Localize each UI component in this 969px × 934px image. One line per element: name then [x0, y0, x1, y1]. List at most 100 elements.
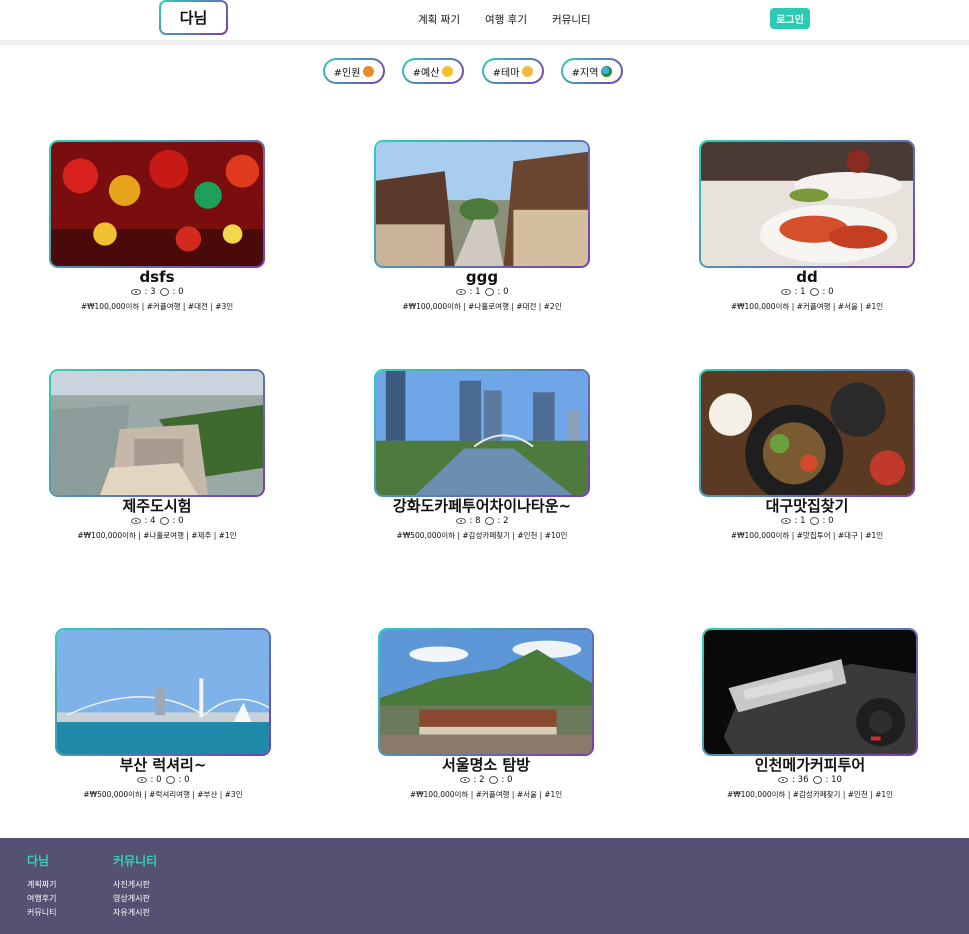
- footer-link-review[interactable]: 여행후기: [27, 892, 56, 906]
- view-count: : 3: [144, 287, 156, 297]
- comment-count: : 0: [172, 287, 184, 297]
- lantern-market-photo[interactable]: [49, 140, 265, 268]
- view-count: : 1: [794, 516, 806, 526]
- card-tags: #₩100,000이하 | #커플여행 | #서울 | #1인: [730, 302, 884, 311]
- comment-icon: [809, 517, 819, 525]
- card-title[interactable]: ggg: [374, 268, 590, 286]
- site-logo[interactable]: 다님: [159, 0, 228, 35]
- comment-count: : 2: [497, 516, 509, 526]
- card-title[interactable]: dd: [699, 268, 915, 286]
- footer-link-photo-board[interactable]: 사진게시판: [113, 878, 157, 892]
- comment-count: : 10: [825, 775, 842, 785]
- eye-icon: [459, 777, 470, 783]
- eye-icon: [778, 777, 789, 783]
- eye-icon: [780, 518, 791, 524]
- site-footer: 다님 계획짜기 여행후기 커뮤니티 커뮤니티 사진게시판 영상게시판 자유게시판: [0, 838, 969, 934]
- comment-count: : 0: [822, 287, 834, 297]
- comment-icon: [809, 288, 819, 296]
- filter-budget[interactable]: #예산: [402, 58, 464, 84]
- city-canal-photo[interactable]: [374, 369, 590, 497]
- card-tags: #₩100,000이하 | #감성카페찾기 | #인천 | #1인: [726, 790, 894, 799]
- card-title[interactable]: 대구맛집찾기: [699, 497, 915, 515]
- comment-icon: [484, 288, 494, 296]
- view-count: : 0: [150, 775, 162, 785]
- eye-icon: [455, 518, 466, 524]
- filter-region-label: #지역: [571, 67, 599, 79]
- nav-plan[interactable]: 계획 짜기: [418, 12, 460, 27]
- card-tags: #₩100,000이하 | #맛집투어 | #대구 | #1인: [730, 531, 884, 540]
- comment-icon: [159, 517, 169, 525]
- card-tags: #₩100,000이하 | #나홀로여행 | #제주 | #1인: [77, 531, 237, 540]
- comment-icon: [488, 776, 498, 784]
- site-header: 다님 계획 짜기 여행 후기 커뮤니티 로그인: [0, 0, 969, 40]
- person-icon: [363, 65, 375, 77]
- card-stats: : 1 : 0: [699, 287, 915, 297]
- card-stats: : 1 : 0: [699, 516, 915, 526]
- eye-icon: [455, 289, 466, 295]
- card-title[interactable]: 인천메가커피투어: [702, 756, 918, 774]
- view-count: : 36: [792, 775, 809, 785]
- card-title[interactable]: 제주도시험: [49, 497, 265, 515]
- login-button[interactable]: 로그인: [770, 8, 810, 29]
- coastal-city-aerial-photo[interactable]: [49, 369, 265, 497]
- footer-link-community[interactable]: 커뮤니티: [27, 906, 56, 920]
- card-stats: : 0 : 0: [55, 775, 271, 785]
- suspension-bridge-photo[interactable]: [55, 628, 271, 756]
- comment-count: : 0: [822, 516, 834, 526]
- card-tags: #₩100,000이하 | #나홀로여행 | #대전 | #2인: [402, 302, 562, 311]
- view-count: : 8: [469, 516, 481, 526]
- filter-budget-label: #예산: [412, 67, 440, 79]
- comment-count: : 0: [178, 775, 190, 785]
- card-tags: #₩100,000이하 | #커플여행 | #대전 | #3인: [80, 302, 234, 311]
- footer-column-community: 커뮤니티 사진게시판 영상게시판 자유게시판: [113, 852, 157, 920]
- footer-heading: 다님: [27, 854, 50, 868]
- card-stats: : 3 : 0: [49, 287, 265, 297]
- nav-review[interactable]: 여행 후기: [485, 12, 527, 27]
- card-title[interactable]: dsfs: [49, 268, 265, 286]
- comment-count: : 0: [497, 287, 509, 297]
- comment-icon: [159, 288, 169, 296]
- comment-icon: [165, 776, 175, 784]
- card-stats: : 8 : 2: [374, 516, 590, 526]
- footer-column-danim: 다님 계획짜기 여행후기 커뮤니티: [27, 852, 56, 920]
- view-count: : 1: [469, 287, 481, 297]
- comment-count: : 0: [501, 775, 513, 785]
- card-title[interactable]: 부산 럭셔리~: [55, 756, 271, 774]
- eye-icon: [780, 289, 791, 295]
- filter-people-label: #인원: [333, 67, 361, 79]
- money-bag-icon: [442, 65, 454, 77]
- nav-community[interactable]: 커뮤니티: [552, 12, 591, 27]
- view-count: : 4: [144, 516, 156, 526]
- hanok-village-photo[interactable]: [374, 140, 590, 268]
- card-tags: #₩500,000이하 | #럭셔리여행 | #부산 | #3인: [83, 790, 243, 799]
- sony-camera-photo[interactable]: [702, 628, 918, 756]
- card-title[interactable]: 서울명소 탐방: [378, 756, 594, 774]
- footer-link-video-board[interactable]: 영상게시판: [113, 892, 157, 906]
- card-tags: #₩500,000이하 | #감성카페찾기 | #인천 | #10인: [396, 531, 568, 540]
- comment-count: : 0: [172, 516, 184, 526]
- filter-theme[interactable]: #테마: [482, 58, 544, 84]
- eye-icon: [130, 289, 141, 295]
- card-title[interactable]: 강화도카페투어차이나타운~: [374, 497, 590, 515]
- eye-icon: [136, 777, 147, 783]
- filter-theme-label: #테마: [492, 67, 520, 79]
- food-platter-photo[interactable]: [699, 369, 915, 497]
- card-stats: : 1 : 0: [374, 287, 590, 297]
- footer-heading: 커뮤니티: [113, 854, 158, 868]
- view-count: : 2: [473, 775, 485, 785]
- footer-link-free-board[interactable]: 자유게시판: [113, 906, 157, 920]
- header-divider: [0, 40, 969, 45]
- card-tags: #₩100,000이하 | #커플여행 | #서울 | #1인: [409, 790, 563, 799]
- card-stats: : 4 : 0: [49, 516, 265, 526]
- globe-icon: [601, 65, 613, 77]
- filter-people[interactable]: #인원: [323, 58, 385, 84]
- card-stats: : 36 : 10: [702, 775, 918, 785]
- filter-region[interactable]: #지역: [561, 58, 623, 84]
- eye-icon: [130, 518, 141, 524]
- lobster-dinner-photo[interactable]: [699, 140, 915, 268]
- footer-link-plan[interactable]: 계획짜기: [27, 878, 56, 892]
- comment-icon: [812, 776, 822, 784]
- view-count: : 1: [794, 287, 806, 297]
- comment-icon: [484, 517, 494, 525]
- palace-mountain-photo[interactable]: [378, 628, 594, 756]
